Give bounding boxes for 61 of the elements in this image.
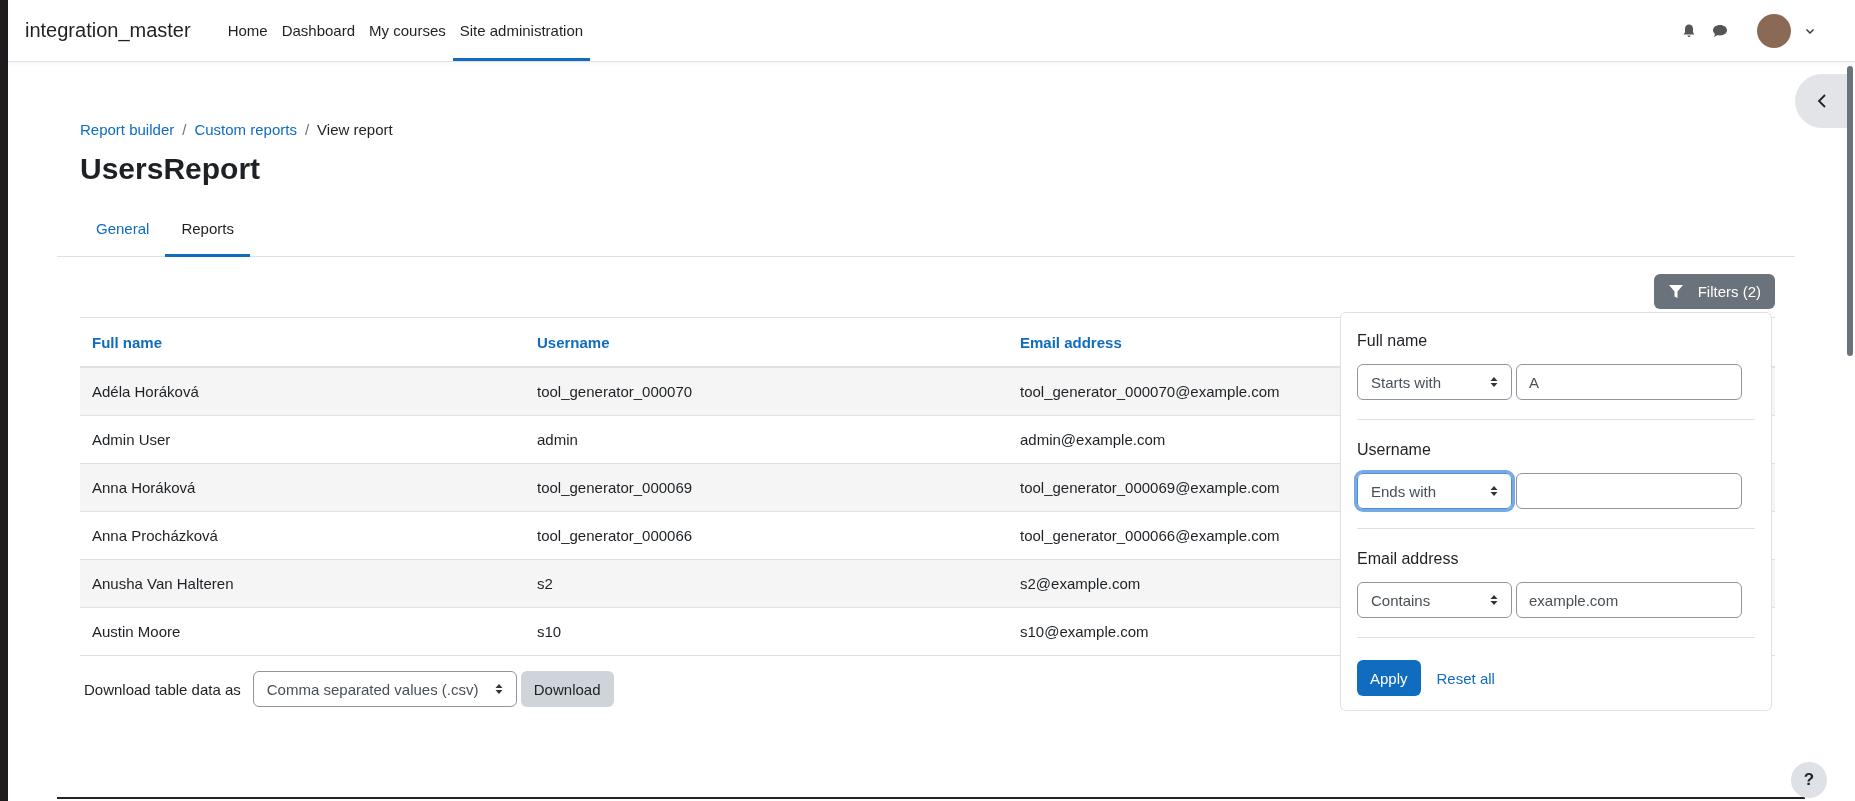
table-cell: Anna Horáková	[92, 479, 196, 496]
breadcrumb-link[interactable]: Report builder	[80, 121, 175, 138]
chevron-down-icon[interactable]	[1805, 26, 1815, 35]
column-header[interactable]: Email address	[1020, 333, 1122, 351]
operator-select[interactable]: Ends with	[1357, 473, 1512, 509]
apply-button[interactable]: Apply	[1357, 660, 1421, 696]
filter-label: Full name	[1357, 332, 1429, 350]
tab[interactable]: General	[80, 210, 166, 257]
sort-arrows-icon	[1490, 376, 1498, 388]
breadcrumb-separator: /	[182, 121, 187, 138]
table-cell: admin@example.com	[1020, 431, 1166, 448]
drawer-toggle-button[interactable]	[1795, 74, 1849, 128]
table-cell: Austin Moore	[92, 623, 181, 640]
filter-funnel-icon	[1667, 284, 1684, 299]
table-cell: Admin User	[92, 431, 171, 448]
breadcrumb-separator: /	[304, 121, 310, 138]
breadcrumb-current: View report	[317, 121, 393, 138]
nav-link[interactable]: Site administration	[452, 3, 591, 61]
site-name[interactable]: integration_master	[25, 19, 191, 42]
table-cell: s2@example.com	[1020, 575, 1141, 592]
breadcrumb-link[interactable]: Custom reports	[194, 121, 297, 138]
filter-label: Email address	[1357, 550, 1460, 568]
column-header[interactable]: Full name	[92, 333, 162, 351]
table-cell: tool_generator_000070	[537, 383, 693, 400]
page-title: UsersReport	[80, 152, 262, 186]
filter-label: Username	[1357, 441, 1432, 459]
filter-value-field[interactable]: A	[1516, 364, 1742, 400]
operator-select[interactable]: Starts with	[1357, 364, 1512, 400]
table-cell: tool_generator_000069@example.com	[1020, 479, 1280, 496]
table-cell: Anusha Van Halteren	[92, 575, 234, 592]
table-cell: tool_generator_000069	[537, 479, 693, 496]
download-button[interactable]: Download	[520, 671, 614, 707]
nav-link[interactable]: Home	[220, 3, 275, 61]
operator-select[interactable]: Contains	[1357, 582, 1512, 618]
sort-arrows-icon	[1490, 594, 1498, 606]
column-header[interactable]: Username	[537, 333, 610, 351]
filter-value-field[interactable]: example.com	[1516, 582, 1742, 618]
table-cell: s2	[537, 575, 553, 592]
sort-arrows-icon	[1490, 485, 1498, 497]
table-cell: s10	[537, 623, 562, 640]
chevron-left-icon	[1817, 93, 1827, 109]
reset-all-link[interactable]: Reset all	[1436, 669, 1495, 687]
table-cell: Anna Procházková	[92, 527, 218, 544]
filter-value-field[interactable]	[1516, 473, 1742, 509]
tab[interactable]: Reports	[165, 210, 250, 257]
help-button[interactable]: ?	[1791, 762, 1827, 798]
format-select[interactable]: Comma separated values (.csv)	[252, 671, 517, 707]
table-cell: admin	[537, 431, 578, 448]
nav-link[interactable]: My courses	[362, 3, 453, 61]
download-label: Download table data as	[84, 680, 241, 698]
notification-bell-icon[interactable]	[1681, 22, 1697, 39]
sort-arrows-icon	[494, 683, 503, 695]
chat-bubble-icon[interactable]	[1711, 22, 1729, 39]
user-avatar[interactable]	[1757, 13, 1791, 48]
filters-button[interactable]: Filters (2)	[1653, 274, 1775, 309]
table-cell: tool_generator_000070@example.com	[1020, 383, 1280, 400]
table-cell: tool_generator_000066	[537, 527, 693, 544]
nav-link[interactable]: Dashboard	[274, 3, 363, 61]
table-cell: tool_generator_000066@example.com	[1020, 527, 1280, 544]
table-cell: s10@example.com	[1020, 623, 1149, 640]
table-cell: Adéla Horáková	[92, 383, 199, 400]
